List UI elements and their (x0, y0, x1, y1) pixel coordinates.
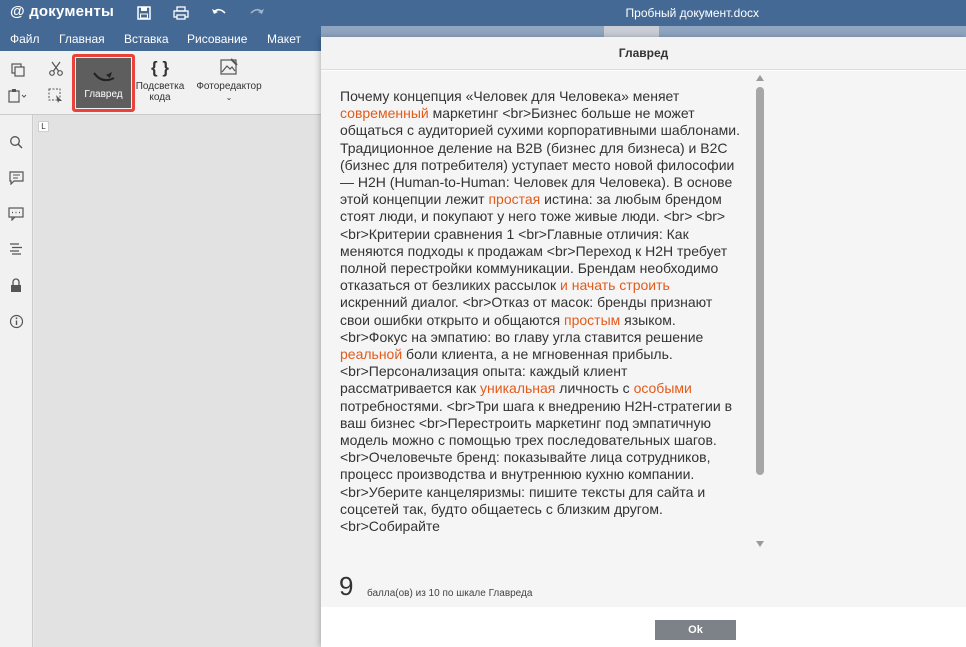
menu-file[interactable]: Файл (10, 32, 40, 46)
info-icon[interactable] (7, 312, 25, 330)
photo-editor-icon (220, 58, 238, 75)
score-caption: балла(ов) из 10 по шкале Главреда (367, 588, 533, 599)
highlighted-word[interactable]: уникальная (480, 380, 555, 396)
highlighted-word[interactable]: простая (488, 191, 540, 207)
menu-home[interactable]: Главная (59, 32, 105, 46)
analyzed-text[interactable]: Почему концепция «Человек для Человека» … (340, 88, 740, 548)
highlighted-word[interactable]: реальной (340, 346, 402, 362)
score-value: 9 (339, 571, 354, 601)
undo-icon[interactable] (210, 4, 228, 22)
dialog-body: Почему концепция «Человек для Человека» … (321, 71, 966, 607)
photo-editor-button[interactable]: Фоторедактор ⌄ (193, 57, 265, 103)
scroll-up-icon[interactable] (756, 75, 764, 81)
comment-icon[interactable] (7, 169, 25, 187)
scroll-down-icon[interactable] (756, 541, 764, 547)
logo-text: документы (29, 3, 114, 20)
print-icon[interactable] (172, 4, 190, 22)
code-highlight-button[interactable]: { } Подсветка кода (135, 57, 185, 103)
glavred-dialog: Главред Почему концепция «Человек для Че… (321, 37, 966, 647)
menu-draw[interactable]: Рисование (187, 32, 247, 46)
photo-editor-label: Фоторедактор (196, 81, 262, 92)
text-segment: личность с (555, 380, 634, 397)
ok-button[interactable]: Ok (655, 620, 736, 640)
lock-icon[interactable] (7, 276, 25, 294)
highlighted-word[interactable]: особыми (634, 380, 692, 396)
app-logo[interactable]: @ документы (10, 3, 114, 20)
chat-icon[interactable] (7, 205, 25, 223)
navigation-icon[interactable] (7, 240, 25, 258)
code-highlight-label-1: Подсветка (135, 81, 185, 92)
highlighted-word[interactable]: и начать строить (560, 277, 670, 293)
highlighted-word[interactable]: простым (564, 312, 620, 328)
document-title: Пробный документ.docx (625, 6, 759, 20)
glavred-callout-frame (72, 54, 135, 112)
cut-icon[interactable] (45, 59, 67, 79)
logo-at: @ (10, 3, 25, 20)
dialog-footer: Ok (321, 607, 966, 647)
dialog-title: Главред (321, 37, 966, 70)
search-icon[interactable] (7, 133, 25, 151)
chevron-down-icon[interactable]: ⌄ (226, 92, 233, 103)
select-icon[interactable] (45, 86, 67, 106)
redo-icon[interactable] (248, 4, 266, 22)
ruler-tab-selector[interactable]: L (38, 121, 49, 132)
braces-icon: { } (151, 58, 169, 77)
code-highlight-label-2: кода (149, 92, 171, 103)
save-icon[interactable] (135, 4, 153, 22)
highlighted-word[interactable]: современный (340, 105, 429, 121)
text-segment: потребностями. <br>Три шага к внедрению … (340, 397, 732, 535)
paste-icon[interactable] (7, 86, 29, 106)
menu-layout[interactable]: Макет (267, 32, 301, 46)
text-segment: Почему концепция «Человек для Человека» … (340, 88, 680, 104)
copy-icon[interactable] (7, 60, 29, 80)
menu-insert[interactable]: Вставка (124, 32, 169, 46)
scrollbar-thumb[interactable] (756, 87, 764, 475)
scrollbar[interactable] (753, 73, 767, 549)
left-sidebar (0, 115, 33, 647)
title-bar: @ документы Пробный документ.docx (0, 0, 966, 26)
